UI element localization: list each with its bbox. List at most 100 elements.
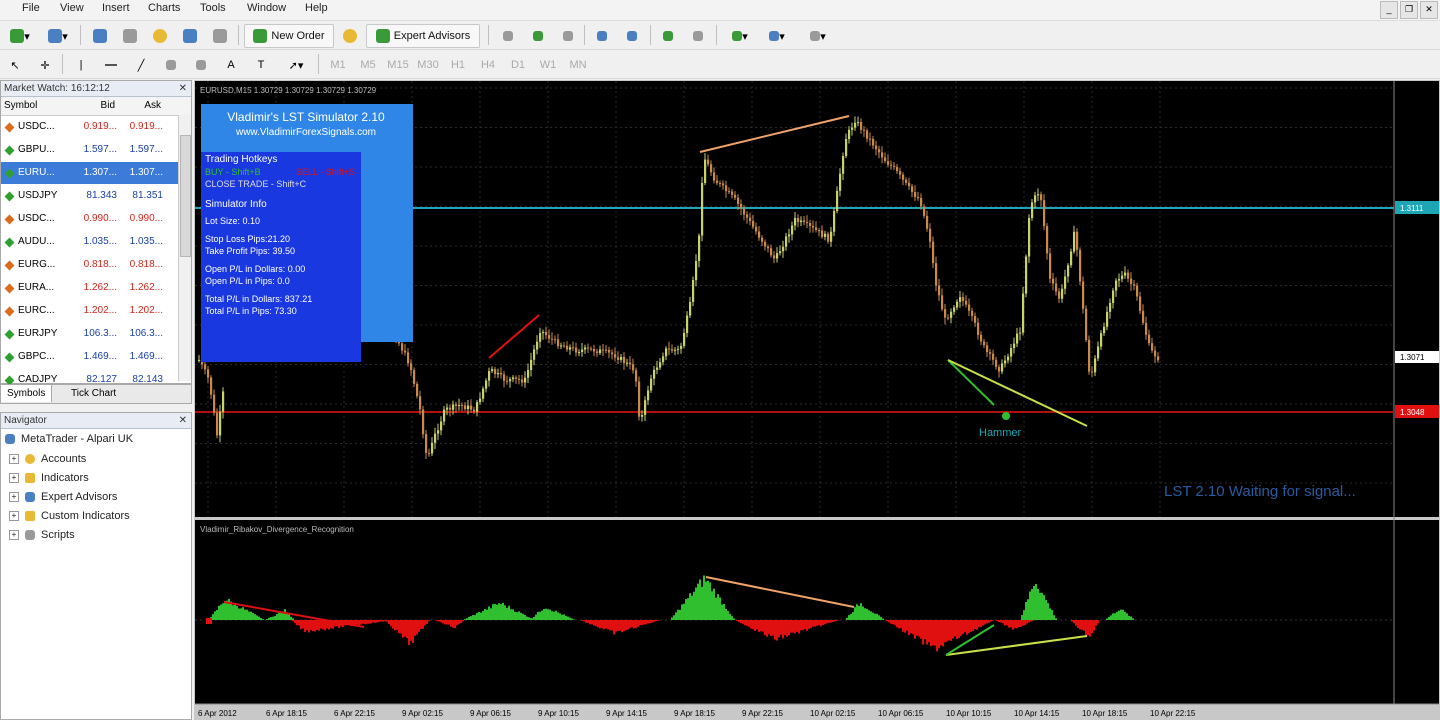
expand-icon[interactable]: + bbox=[9, 530, 19, 540]
menu-charts[interactable]: Charts bbox=[148, 2, 180, 14]
chart-shift-button[interactable] bbox=[686, 24, 710, 48]
close-icon[interactable]: ✕ bbox=[1420, 1, 1438, 19]
autoscroll-button[interactable] bbox=[656, 24, 680, 48]
menu-tools[interactable]: Tools bbox=[200, 2, 226, 14]
market-watch-row[interactable]: EURJPY 106.3... 106.3... bbox=[1, 323, 191, 346]
channel-button[interactable] bbox=[160, 53, 182, 77]
col-symbol[interactable]: Symbol bbox=[1, 97, 77, 115]
period-h4[interactable]: H4 bbox=[476, 53, 500, 77]
menu-file[interactable]: File bbox=[22, 2, 40, 14]
market-watch-row[interactable]: EURG... 0.818... 0.818... bbox=[1, 254, 191, 277]
navigator-item-scripts[interactable]: + Scripts bbox=[9, 529, 75, 541]
profiles-button[interactable]: ▾ bbox=[40, 24, 76, 48]
period-m5[interactable]: M5 bbox=[356, 53, 380, 77]
close-icon[interactable]: ✕ bbox=[179, 81, 187, 96]
menu-help[interactable]: Help bbox=[305, 2, 328, 14]
templates-button[interactable]: ▾ bbox=[800, 24, 836, 48]
crosshair-button[interactable]: ✛ bbox=[34, 53, 56, 77]
zoom-in-button[interactable] bbox=[590, 24, 614, 48]
vertical-line-button[interactable]: | bbox=[70, 53, 92, 77]
market-watch-row[interactable]: USDC... 0.990... 0.990... bbox=[1, 208, 191, 231]
market-watch-row[interactable]: USDC... 0.919... 0.919... bbox=[1, 116, 191, 139]
navigator-root[interactable]: MetaTrader - Alpari UK bbox=[5, 433, 133, 445]
indicator-pane[interactable] bbox=[195, 520, 1439, 704]
candle-body bbox=[683, 332, 686, 346]
histogram-bar bbox=[746, 620, 748, 626]
text-label-button[interactable]: T bbox=[250, 53, 272, 77]
indicators-list-button[interactable]: ▾ bbox=[724, 24, 756, 48]
fibonacci-button[interactable] bbox=[190, 53, 212, 77]
market-watch-row[interactable]: AUDU... 1.035... 1.035... bbox=[1, 231, 191, 254]
expand-icon[interactable]: + bbox=[9, 492, 19, 502]
zoom-out-button[interactable] bbox=[620, 24, 644, 48]
expand-icon[interactable]: + bbox=[9, 454, 19, 464]
navigator-toggle[interactable] bbox=[148, 24, 172, 48]
chart-window[interactable]: Hammer LST 2.10 Waiting for signal... EU… bbox=[194, 80, 1440, 720]
new-order-button[interactable]: New Order bbox=[244, 24, 334, 48]
metaeditor-button[interactable] bbox=[338, 24, 362, 48]
histogram-bar bbox=[836, 620, 838, 621]
menu-insert[interactable]: Insert bbox=[102, 2, 130, 14]
candle-body bbox=[653, 369, 656, 379]
period-d1[interactable]: D1 bbox=[506, 53, 530, 77]
bar-chart-button[interactable] bbox=[496, 24, 520, 48]
market-watch-row[interactable]: GBPC... 1.469... 1.469... bbox=[1, 346, 191, 369]
market-watch-row[interactable]: GBPU... 1.597... 1.597... bbox=[1, 139, 191, 162]
market-watch-toggle[interactable] bbox=[88, 24, 112, 48]
market-watch-row[interactable]: EURU... 1.307... 1.307... bbox=[1, 162, 191, 185]
periods-button[interactable]: ▾ bbox=[760, 24, 794, 48]
navigator-item-custom-indicators[interactable]: + Custom Indicators bbox=[9, 510, 130, 522]
histogram-bar bbox=[1039, 592, 1041, 620]
navigator-item-indicators[interactable]: + Indicators bbox=[9, 472, 89, 484]
trendline-button[interactable]: ╱ bbox=[130, 53, 152, 77]
col-ask[interactable]: Ask bbox=[119, 97, 167, 115]
candle-body bbox=[413, 370, 416, 384]
indicators-icon bbox=[732, 31, 743, 41]
close-icon[interactable]: ✕ bbox=[179, 413, 187, 428]
period-m1[interactable]: M1 bbox=[326, 53, 350, 77]
col-bid[interactable]: Bid bbox=[77, 97, 119, 115]
expand-icon[interactable]: + bbox=[9, 511, 19, 521]
menu-view[interactable]: View bbox=[60, 2, 84, 14]
histogram-bar bbox=[864, 608, 866, 620]
market-watch-row[interactable]: EURA... 1.262... 1.262... bbox=[1, 277, 191, 300]
period-w1[interactable]: W1 bbox=[536, 53, 560, 77]
menu-window[interactable]: Window bbox=[247, 2, 286, 14]
new-chart-button[interactable]: ▾ bbox=[4, 24, 36, 48]
expand-icon[interactable]: + bbox=[9, 473, 19, 483]
histogram-bar bbox=[292, 618, 294, 620]
tab-tick-chart[interactable]: Tick Chart bbox=[65, 385, 122, 402]
histogram-bar bbox=[382, 620, 384, 622]
histogram-bar bbox=[476, 612, 478, 620]
strategy-tester-toggle[interactable] bbox=[208, 24, 232, 48]
market-watch-scrollbar[interactable] bbox=[178, 115, 191, 381]
data-window-toggle[interactable] bbox=[118, 24, 142, 48]
candlestick-button[interactable] bbox=[526, 24, 550, 48]
market-watch-title: Market Watch: 16:12:12 ✕ bbox=[1, 81, 191, 97]
line-chart-button[interactable] bbox=[556, 24, 580, 48]
horizontal-line-button[interactable] bbox=[100, 53, 122, 77]
histogram-bar bbox=[1118, 610, 1120, 620]
text-button[interactable]: A bbox=[220, 53, 242, 77]
navigator-item-accounts[interactable]: + Accounts bbox=[9, 453, 86, 465]
navigator-item-expert-advisors[interactable]: + Expert Advisors bbox=[9, 491, 117, 503]
period-m30[interactable]: M30 bbox=[416, 53, 440, 77]
period-m15[interactable]: M15 bbox=[386, 53, 410, 77]
candle-body bbox=[1142, 310, 1145, 323]
histogram-bar bbox=[1091, 620, 1093, 634]
market-watch-row[interactable]: EURC... 1.202... 1.202... bbox=[1, 300, 191, 323]
period-h1[interactable]: H1 bbox=[446, 53, 470, 77]
period-mn[interactable]: MN bbox=[566, 53, 590, 77]
terminal-toggle[interactable] bbox=[178, 24, 202, 48]
candle-body bbox=[635, 370, 638, 382]
scroll-thumb[interactable] bbox=[180, 135, 191, 257]
expert-advisors-button[interactable]: Expert Advisors bbox=[366, 24, 480, 48]
restore-icon[interactable]: ❐ bbox=[1400, 1, 1418, 19]
arrows-button[interactable]: ➚ ▾ bbox=[280, 53, 312, 77]
market-watch-row[interactable]: USDJPY 81.343 81.351 bbox=[1, 185, 191, 208]
histogram-bar bbox=[948, 620, 950, 641]
cursor-button[interactable]: ↖ bbox=[4, 53, 26, 77]
time-tick: 10 Apr 02:15 bbox=[810, 709, 856, 718]
tab-symbols[interactable]: Symbols bbox=[1, 385, 53, 402]
minimize-icon[interactable]: _ bbox=[1380, 1, 1398, 19]
